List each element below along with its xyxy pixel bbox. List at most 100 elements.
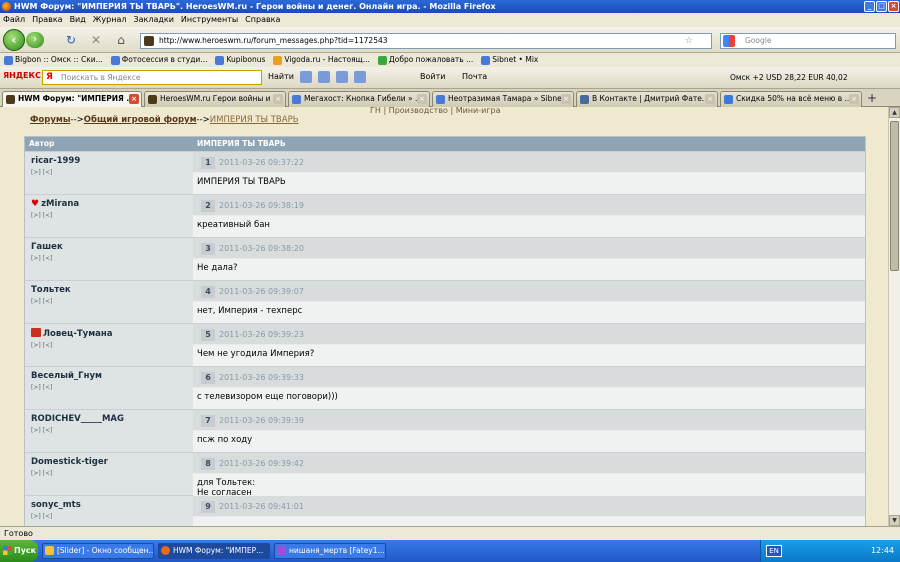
breadcrumb-current-thread[interactable]: ИМПЕРИЯ ТЫ ТВАРЬ bbox=[210, 115, 299, 125]
post-author-name[interactable]: RODICHEV_____MAG bbox=[31, 414, 124, 424]
post-author-links[interactable]: [>] [<] bbox=[31, 255, 193, 262]
scroll-up-arrow-icon[interactable]: ▲ bbox=[889, 107, 900, 118]
post-author-links[interactable]: [>] [<] bbox=[31, 384, 193, 391]
status-bar: Готово bbox=[0, 526, 900, 540]
post-author-links[interactable]: [>] [<] bbox=[31, 470, 193, 477]
taskbar-item[interactable]: нишаня_мертв [Fatey1... bbox=[274, 543, 386, 559]
post-author-name[interactable]: sonyc_mts bbox=[31, 500, 81, 510]
taskbar-item-active[interactable]: HWM Форум: "ИМПЕР... bbox=[158, 543, 270, 559]
toolbar-icon[interactable] bbox=[354, 71, 366, 83]
post-number[interactable]: 9 bbox=[201, 501, 215, 513]
post-author-name[interactable]: Ловец-Тумана bbox=[43, 329, 113, 339]
post-date: 2011-03-26 09:39:33 bbox=[219, 373, 304, 382]
breadcrumb-general-forum-link[interactable]: Общий игровой форум bbox=[84, 115, 197, 125]
post-author-links[interactable]: [>] [<] bbox=[31, 513, 193, 520]
menu-bookmarks[interactable]: Закладки bbox=[133, 13, 173, 27]
post-number[interactable]: 1 bbox=[201, 157, 215, 169]
close-tab-icon[interactable]: × bbox=[849, 94, 859, 104]
tab-megahost[interactable]: Мегахост: Кнопка Гибели » ... × bbox=[288, 91, 430, 107]
start-button[interactable]: Пуск bbox=[0, 540, 38, 562]
tab-sibnet[interactable]: Неотразимая Тамара » Sibne... × bbox=[432, 91, 574, 107]
breadcrumb-forums-link[interactable]: Форумы bbox=[30, 115, 71, 125]
yandex-search-input[interactable]: Я Поискать в Яндексе bbox=[42, 70, 262, 85]
toolbar-icon[interactable] bbox=[300, 71, 312, 83]
maximize-button[interactable]: □ bbox=[876, 1, 887, 12]
toolbar-icon[interactable] bbox=[318, 71, 330, 83]
post-number[interactable]: 8 bbox=[201, 458, 215, 470]
tab-hwm-forum[interactable]: HWM Форум: "ИМПЕРИЯ ... × bbox=[2, 91, 142, 107]
menu-tools[interactable]: Инструменты bbox=[181, 13, 238, 27]
bookmark-icon bbox=[273, 55, 283, 65]
menu-view[interactable]: Вид bbox=[70, 13, 86, 27]
post-author-links[interactable]: [>] [<] bbox=[31, 212, 193, 219]
menu-history[interactable]: Журнал bbox=[93, 13, 127, 27]
post-author-name[interactable]: Тольтек bbox=[31, 285, 71, 295]
post-number[interactable]: 5 bbox=[201, 329, 215, 341]
url-bar[interactable]: http://www.heroeswm.ru/forum_messages.ph… bbox=[140, 33, 712, 49]
post-number[interactable]: 7 bbox=[201, 415, 215, 427]
post-date: 2011-03-26 09:38:20 bbox=[219, 244, 304, 253]
post-author-cell: Ловец-Тумана [>] [<] bbox=[25, 324, 193, 366]
close-tab-icon[interactable]: × bbox=[273, 94, 283, 104]
back-button[interactable]: ‹ bbox=[3, 29, 25, 51]
tab-favicon bbox=[580, 95, 589, 104]
forward-button[interactable]: › bbox=[26, 32, 44, 48]
toolbar-icon[interactable] bbox=[336, 71, 348, 83]
bookmark-item[interactable]: Kupibonus bbox=[215, 53, 269, 67]
yandex-mail-button[interactable]: Почта bbox=[462, 72, 487, 81]
bookmark-item[interactable]: Vigoda.ru - Настоящ... bbox=[273, 53, 374, 67]
yandex-find-button[interactable]: Найти bbox=[268, 72, 294, 81]
close-tab-icon[interactable]: × bbox=[129, 94, 139, 104]
post-meta: 4 2011-03-26 09:39:07 bbox=[193, 281, 865, 302]
menu-help[interactable]: Справка bbox=[245, 13, 280, 27]
search-placeholder: Google bbox=[745, 36, 772, 45]
scroll-thumb[interactable] bbox=[890, 121, 899, 271]
scroll-down-arrow-icon[interactable]: ▼ bbox=[889, 515, 900, 526]
site-top-nav[interactable]: ГН | Производство | Мини-игра bbox=[370, 107, 501, 115]
heart-icon: ♥ bbox=[31, 199, 40, 209]
new-tab-button[interactable]: + bbox=[864, 91, 880, 107]
post-author-name[interactable]: Гашек bbox=[31, 242, 63, 252]
bookmark-item[interactable]: Добро пожаловать ... bbox=[377, 53, 477, 67]
post-body: 1 2011-03-26 09:37:22 ИМПЕРИЯ ТЫ ТВАРЬ bbox=[193, 152, 865, 194]
menu-edit[interactable]: Правка bbox=[32, 13, 62, 27]
tab-vkontakte[interactable]: В Контакте | Дмитрий Фате... × bbox=[576, 91, 718, 107]
post-number[interactable]: 6 bbox=[201, 372, 215, 384]
home-icon[interactable]: ⌂ bbox=[114, 33, 128, 47]
taskbar-item[interactable]: [Slider] - Окно сообщен... bbox=[42, 543, 154, 559]
minimize-button[interactable]: _ bbox=[864, 1, 875, 12]
post-author-links[interactable]: [>] [<] bbox=[31, 342, 193, 349]
vertical-scrollbar[interactable]: ▲ ▼ bbox=[888, 107, 900, 526]
bookmark-star-icon[interactable]: ☆ bbox=[685, 34, 693, 48]
stop-icon[interactable]: ✕ bbox=[89, 33, 103, 47]
post-author-links[interactable]: [>] [<] bbox=[31, 298, 193, 305]
forum-post: ricar-1999 [>] [<] 1 2011-03-26 09:37:22 ИМП… bbox=[25, 151, 865, 194]
tab-heroeswm[interactable]: HeroesWM.ru Герои войны и ... × bbox=[144, 91, 286, 107]
post-author-name[interactable]: zMirana bbox=[41, 199, 79, 209]
post-author-links[interactable]: [>] [<] bbox=[31, 427, 193, 434]
tab-discount[interactable]: Скидка 50% на всё меню в ... × bbox=[720, 91, 862, 107]
close-tab-icon[interactable]: × bbox=[417, 94, 427, 104]
language-indicator[interactable]: EN bbox=[766, 545, 782, 557]
post-author-name[interactable]: ricar-1999 bbox=[31, 156, 80, 166]
close-tab-icon[interactable]: × bbox=[561, 94, 571, 104]
yandex-login-button[interactable]: Войти bbox=[420, 72, 445, 81]
post-number[interactable]: 4 bbox=[201, 286, 215, 298]
post-number[interactable]: 2 bbox=[201, 200, 215, 212]
bookmark-item[interactable]: Bigbon :: Омск :: Ски... bbox=[4, 53, 107, 67]
bookmark-item[interactable]: Фотосессия в студи... bbox=[110, 53, 212, 67]
close-tab-icon[interactable]: × bbox=[705, 94, 715, 104]
search-box[interactable]: Google bbox=[720, 33, 896, 49]
post-author-cell: ♥ zMirana [>] [<] bbox=[25, 195, 193, 237]
post-author-name[interactable]: Domestick-tiger bbox=[31, 457, 108, 467]
post-author-name[interactable]: Веселый_Гнум bbox=[31, 371, 102, 381]
post-text: с телевизором еще поговори))) bbox=[193, 388, 865, 409]
close-window-button[interactable]: × bbox=[888, 1, 899, 12]
menu-file[interactable]: Файл bbox=[3, 13, 25, 27]
post-number[interactable]: 3 bbox=[201, 243, 215, 255]
site-favicon bbox=[144, 36, 154, 46]
post-author-links[interactable]: [>] [<] bbox=[31, 169, 193, 176]
weather-currency-info: Омск +2 USD 28,22 EUR 40,02 bbox=[730, 73, 848, 82]
bookmark-item[interactable]: Sibnet • Mix bbox=[481, 53, 542, 67]
reload-icon[interactable]: ↻ bbox=[64, 33, 78, 47]
